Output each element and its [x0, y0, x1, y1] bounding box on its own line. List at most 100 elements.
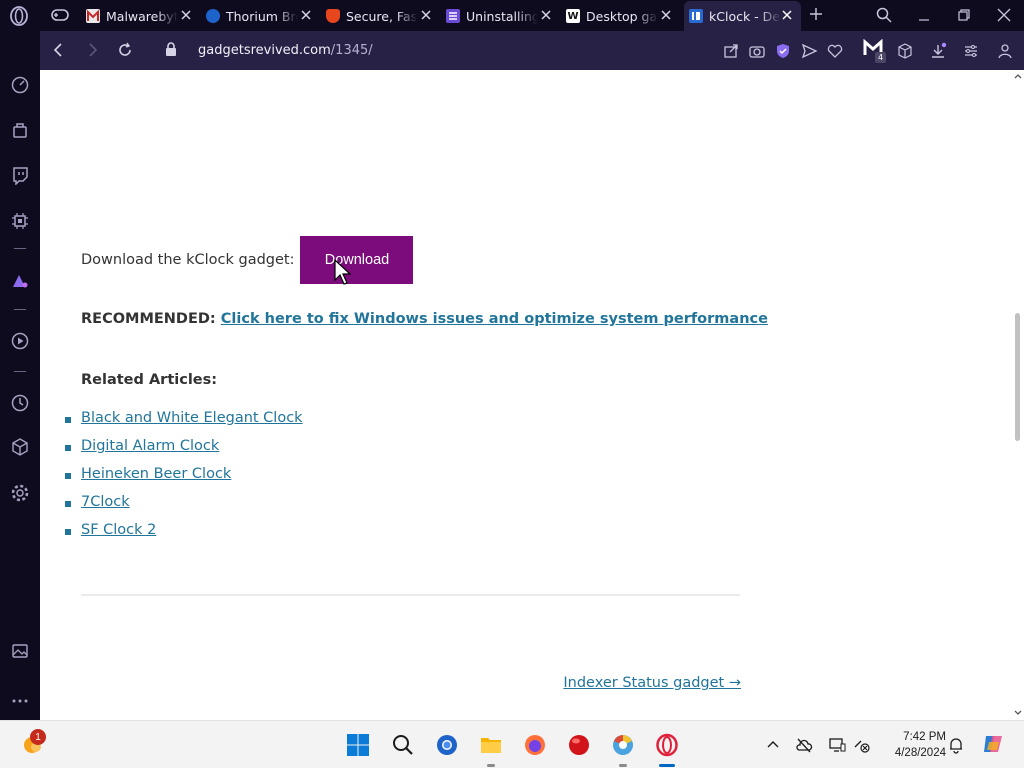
related-article-link[interactable]: SF Clock 2	[81, 522, 156, 538]
related-article-link[interactable]: 7Clock	[81, 494, 130, 510]
web-page: Download the kClock gadget: Download REC…	[40, 70, 1012, 720]
history-icon[interactable]	[10, 393, 30, 413]
recommended-label: RECOMMENDED:	[81, 311, 216, 327]
more-icon[interactable]	[10, 691, 30, 711]
tab-uninstalling[interactable]: Uninstalling	[440, 1, 560, 31]
address-toolbar: gadgetsrevived.com/1345/ 4	[40, 31, 1024, 70]
easy-setup-icon[interactable]	[962, 42, 980, 60]
search-icon[interactable]	[391, 733, 415, 757]
close-window-icon[interactable]	[995, 6, 1013, 24]
heart-icon[interactable]	[826, 42, 844, 60]
back-icon[interactable]	[50, 41, 68, 59]
lock-icon[interactable]	[164, 41, 178, 57]
display-icon[interactable]	[828, 736, 846, 754]
download-icon[interactable]	[929, 42, 947, 60]
scroll-up-icon[interactable]	[1014, 73, 1022, 79]
weather-widget[interactable]: 1	[20, 729, 48, 759]
running-indicator	[487, 764, 495, 767]
opera-logo-icon[interactable]	[8, 6, 30, 26]
settings-gear-icon[interactable]	[10, 483, 30, 503]
sidebar-divider	[14, 248, 26, 249]
recommended-link[interactable]: Click here to fix Windows issues and opt…	[221, 311, 768, 327]
aria-icon[interactable]	[10, 271, 30, 291]
list-favicon-icon	[446, 9, 460, 23]
related-article-link[interactable]: Black and White Elegant Clock	[81, 410, 303, 426]
close-tab-icon[interactable]	[420, 9, 432, 21]
download-button[interactable]: Download	[300, 236, 414, 284]
kclock-favicon-icon	[689, 9, 703, 23]
search-tabs-icon[interactable]	[875, 6, 893, 24]
tab-title: Desktop gadgets	[586, 8, 658, 24]
list-item: Digital Alarm Clock	[65, 438, 303, 466]
close-tab-icon[interactable]	[781, 9, 793, 21]
clock-date: 4/28/2024	[894, 747, 946, 759]
opera-taskbar-icon[interactable]	[655, 733, 679, 757]
tab-title: Thorium Browser	[226, 8, 298, 24]
related-articles-list: Black and White Elegant Clock Digital Al…	[65, 410, 303, 550]
url-domain: gadgetsrevived.com	[198, 43, 331, 58]
speed-dial-icon[interactable]	[10, 75, 30, 95]
content-divider	[81, 594, 740, 596]
tab-strip: Malwarebytes Thorium Browser Secure, Fas…	[0, 0, 1024, 31]
tab-kclock[interactable]: kClock - Desktop	[684, 1, 801, 31]
chevron-up-icon[interactable]	[764, 736, 782, 754]
scroll-thumb[interactable]	[1015, 313, 1020, 441]
close-tab-icon[interactable]	[660, 9, 672, 21]
player-icon[interactable]	[10, 331, 30, 351]
scroll-down-icon[interactable]	[1014, 710, 1022, 716]
share-icon[interactable]	[722, 42, 740, 60]
send-icon[interactable]	[800, 42, 818, 60]
url-path: /1345/	[330, 43, 373, 58]
url-field[interactable]: gadgetsrevived.com/1345/	[198, 43, 373, 58]
new-tab-icon[interactable]	[808, 6, 824, 22]
mouse-cursor-icon	[334, 259, 352, 285]
gallery-icon[interactable]	[10, 641, 30, 661]
camera-icon[interactable]	[748, 42, 766, 60]
close-tab-icon[interactable]	[300, 9, 312, 21]
download-row: Download the kClock gadget: Download	[81, 236, 414, 284]
sidebar-divider	[14, 309, 26, 310]
notification-bell-icon[interactable]	[947, 736, 965, 754]
list-item: Heineken Beer Clock	[65, 466, 303, 494]
chromium-icon[interactable]	[611, 733, 635, 757]
gamepad-icon[interactable]	[50, 6, 70, 24]
extensions-cube-icon[interactable]	[10, 437, 30, 457]
thorium-taskbar-icon[interactable]	[435, 733, 459, 757]
close-tab-icon[interactable]	[540, 9, 552, 21]
minimize-icon[interactable]	[915, 6, 933, 24]
tab-wikipedia[interactable]: W Desktop gadgets	[560, 1, 680, 31]
related-article-link[interactable]: Heineken Beer Clock	[81, 466, 231, 482]
thorium-favicon-icon	[206, 9, 220, 23]
bag-icon[interactable]	[10, 120, 30, 140]
notification-badge: 1	[30, 729, 46, 745]
windows-taskbar: 1 7:42 PM 4/28/2024	[0, 720, 1024, 768]
twitch-icon[interactable]	[10, 165, 30, 185]
network-disconnected-icon[interactable]	[853, 736, 871, 754]
tab-title: Secure, Fast,	[346, 8, 418, 24]
vpn-shield-icon[interactable]	[774, 42, 792, 60]
cube-icon[interactable]	[896, 42, 914, 60]
reload-icon[interactable]	[116, 41, 134, 59]
tab-brave[interactable]: Secure, Fast,	[320, 1, 440, 31]
page-scrollbar[interactable]	[1012, 70, 1024, 720]
firefox-icon[interactable]	[523, 733, 547, 757]
running-indicator	[619, 764, 627, 767]
forward-icon[interactable]	[83, 41, 101, 59]
tab-malwarebytes[interactable]: Malwarebytes	[80, 1, 200, 31]
chip-icon[interactable]	[10, 211, 30, 231]
profile-icon[interactable]	[996, 42, 1014, 60]
file-explorer-icon[interactable]	[479, 733, 503, 757]
malwarebytes-extension-button[interactable]: 4	[863, 38, 886, 63]
running-indicator	[659, 764, 675, 767]
next-post-link[interactable]: Indexer Status gadget →	[563, 675, 741, 691]
restore-icon[interactable]	[955, 6, 973, 24]
system-clock[interactable]: 7:42 PM 4/28/2024	[872, 729, 946, 761]
clock-time: 7:42 PM	[903, 731, 946, 743]
red-sphere-app-icon[interactable]	[567, 733, 591, 757]
windows-start-icon[interactable]	[346, 733, 370, 757]
tab-thorium[interactable]: Thorium Browser	[200, 1, 320, 31]
related-article-link[interactable]: Digital Alarm Clock	[81, 438, 219, 454]
copilot-icon[interactable]	[981, 732, 1005, 756]
close-tab-icon[interactable]	[180, 9, 192, 21]
onedrive-offline-icon[interactable]	[795, 736, 813, 754]
